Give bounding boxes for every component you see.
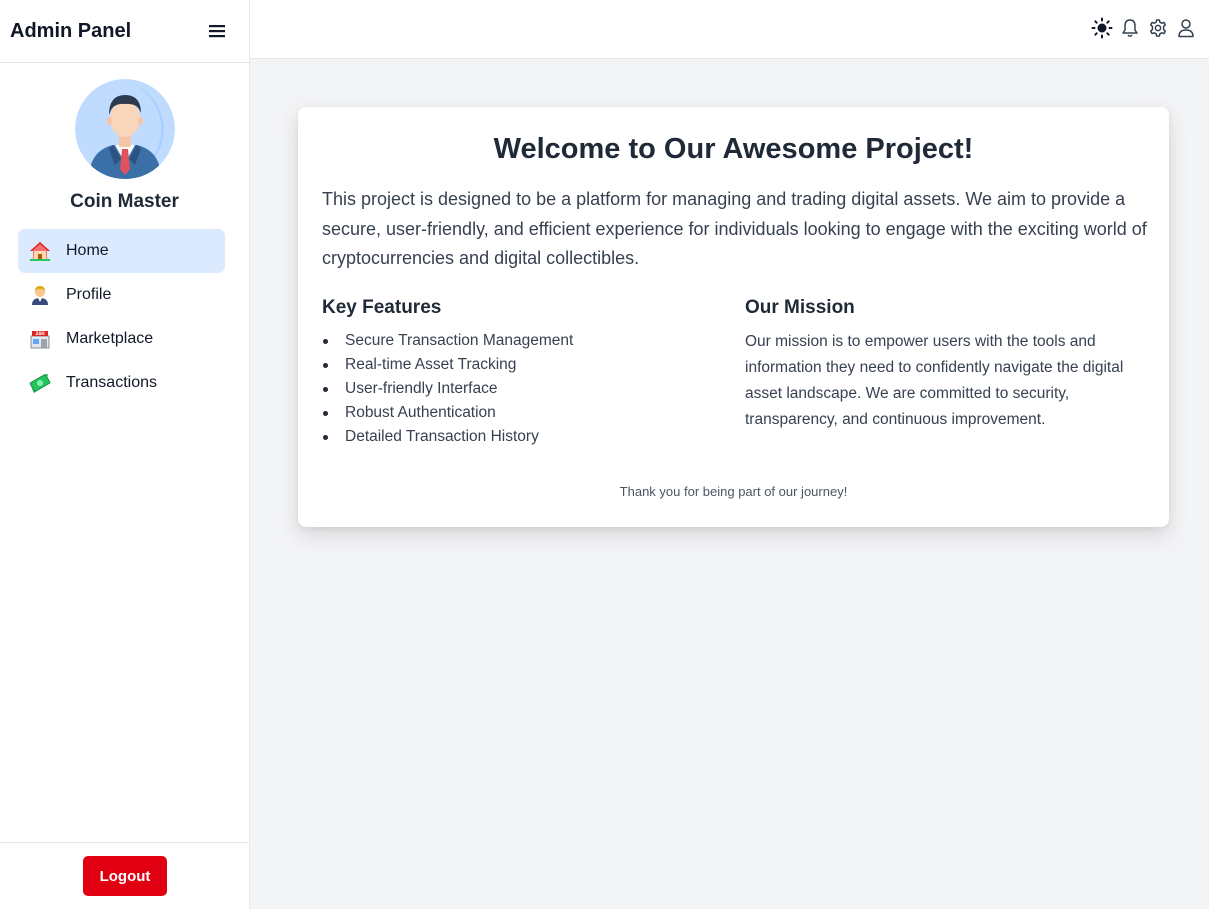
sidebar-footer: Logout — [0, 842, 250, 909]
features-list: Secure Transaction Management Real-time … — [322, 329, 722, 449]
intro-text: This project is designed to be a platfor… — [322, 189, 1147, 268]
sidebar-item-marketplace[interactable]: 24H Marketplace — [18, 317, 225, 361]
store-icon: 24H — [29, 328, 51, 350]
list-item: Detailed Transaction History — [322, 425, 722, 449]
bell-icon[interactable] — [1119, 17, 1141, 39]
avatar — [74, 79, 175, 179]
sidebar-item-label: Marketplace — [66, 330, 154, 347]
house-icon — [29, 240, 51, 262]
sidebar-nav: Home Profile 24H Marketplace Transaction… — [18, 229, 225, 405]
sidebar-item-label: Transactions — [66, 374, 157, 391]
sidebar-item-transactions[interactable]: Transactions — [18, 361, 225, 405]
list-item: User-friendly Interface — [322, 377, 722, 401]
money-icon — [29, 372, 51, 394]
topbar — [250, 0, 1209, 59]
hamburger-icon[interactable] — [207, 21, 227, 41]
key-features-heading: Key Features — [322, 297, 442, 318]
person-icon — [29, 284, 51, 306]
mission-section: Our Mission Our mission is to empower us… — [745, 297, 1150, 433]
sun-icon[interactable] — [1091, 17, 1113, 39]
list-item: Secure Transaction Management — [322, 329, 722, 353]
page-title: Welcome to Our Awesome Project! — [493, 133, 974, 165]
sidebar-item-profile[interactable]: Profile — [18, 273, 225, 317]
sidebar-header: Admin Panel — [0, 0, 249, 63]
gear-icon[interactable] — [1147, 17, 1169, 39]
key-features-section: Key Features Secure Transaction Manageme… — [322, 297, 722, 449]
sidebar-item-label: Home — [66, 242, 109, 259]
user-icon[interactable] — [1175, 17, 1197, 39]
mission-heading: Our Mission — [745, 297, 855, 318]
app: Admin Panel Coin Master Home Profile 24H… — [0, 0, 1209, 909]
username: Coin Master — [70, 191, 179, 212]
sidebar-item-label: Profile — [66, 286, 112, 303]
logout-button[interactable]: Logout — [83, 856, 167, 896]
svg-text:24H: 24H — [35, 331, 45, 336]
list-item: Robust Authentication — [322, 401, 722, 425]
welcome-card: Welcome to Our Awesome Project! This pro… — [298, 107, 1169, 527]
topbar-actions — [1085, 17, 1197, 39]
sidebar: Admin Panel Coin Master Home Profile 24H… — [0, 0, 250, 909]
user-profile: Coin Master — [0, 63, 249, 213]
mission-text: Our mission is to empower users with the… — [745, 333, 1124, 428]
card-footer-text: Thank you for being part of our journey! — [619, 484, 848, 499]
sidebar-item-home[interactable]: Home — [18, 229, 225, 273]
list-item: Real-time Asset Tracking — [322, 353, 722, 377]
brand-title: Admin Panel — [10, 19, 132, 42]
